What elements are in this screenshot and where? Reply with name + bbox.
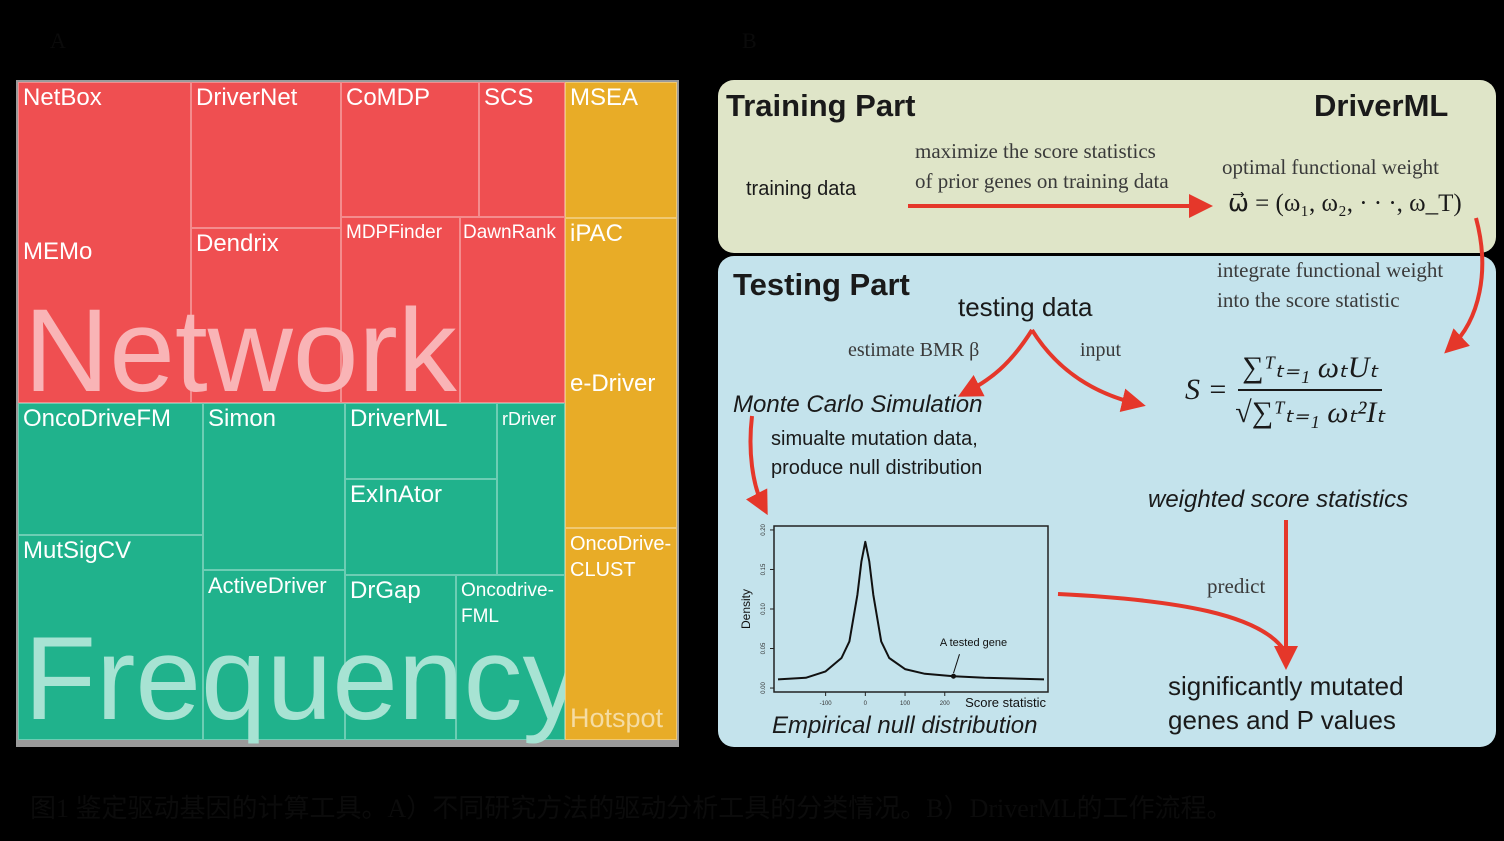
figure-caption: 图1 鉴定驱动基因的计算工具。A）不同研究方法的驱动分析工具的分类情况。B）Dr… [30,794,1233,823]
density-curve [777,540,1045,681]
x-tick-label: 200 [940,701,951,707]
plot-frame [773,525,1049,693]
x-tick-label: 100 [900,701,911,707]
arrow-testing-to-simulation [957,328,1034,397]
y-tick-label: 0.00 [761,682,767,694]
y-tick-label: 0.10 [761,603,767,615]
y-tick-label: 0.15 [761,563,767,575]
density-plot: -100 0 100 200 0.00 0.05 0.10 0.15 0.20 Score sta… [739,523,1049,710]
arrow-weight-to-formula [1444,217,1485,354]
arrow-simulation-to-null [745,415,768,516]
tested-gene-point [950,673,956,679]
y-tick-label: 0.20 [761,523,767,535]
annotation-pointer [953,654,960,674]
x-tick-label: 0 [864,701,868,707]
arrow-null-to-result [1057,592,1286,652]
arrow-testing-to-formula [1030,328,1146,412]
y-tick-label: 0.05 [761,642,767,654]
x-axis-label: Score statistic [965,695,1046,710]
annotation-label: A tested gene [940,637,1007,649]
y-axis-label: Density [739,589,753,629]
x-tick-label: -100 [820,701,833,707]
